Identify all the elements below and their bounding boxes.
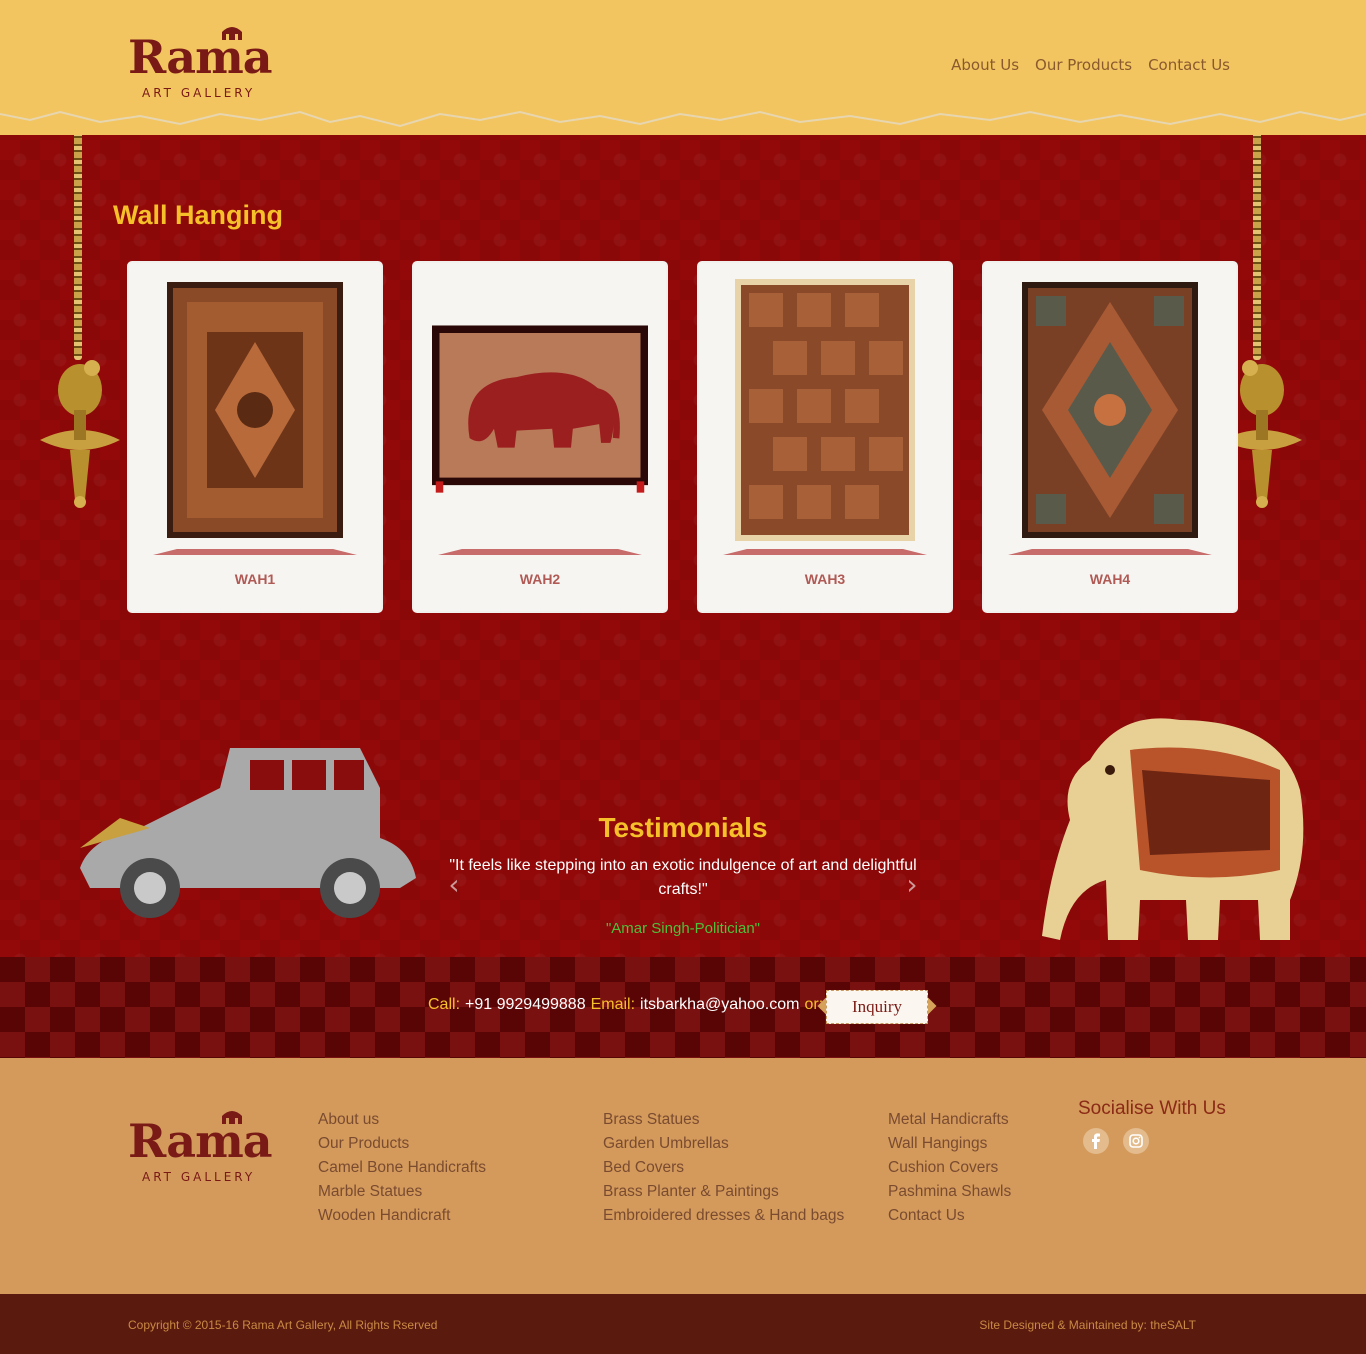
instagram-glyph xyxy=(1129,1134,1143,1148)
right-chain xyxy=(1253,110,1261,360)
footer-logo[interactable]: Rama ART GALLERY xyxy=(128,1108,298,1198)
logo-subtitle: ART GALLERY xyxy=(142,1170,256,1184)
product-image xyxy=(1002,277,1218,543)
footer-link[interactable]: Marble Statues xyxy=(318,1182,486,1202)
testimonial-quote: "It feels like stepping into an exotic i… xyxy=(449,857,917,898)
footer-links-col-2: Brass Statues Garden Umbrellas Bed Cover… xyxy=(603,1110,844,1226)
footer-link[interactable]: Metal Handicrafts xyxy=(888,1110,1011,1130)
footer-link[interactable]: Contact Us xyxy=(888,1206,1011,1226)
social-title: Socialise With Us xyxy=(1078,1098,1226,1119)
product-card[interactable]: WAH1 xyxy=(129,263,381,611)
footer-link[interactable]: Cushion Covers xyxy=(888,1158,1011,1178)
logo-wordmark: Rama xyxy=(128,1114,273,1168)
left-chain xyxy=(74,110,82,360)
nav-our-products[interactable]: Our Products xyxy=(1035,56,1132,74)
product-image xyxy=(432,277,648,543)
footer-links-col-1: About us Our Products Camel Bone Handicr… xyxy=(318,1110,486,1226)
facebook-icon[interactable] xyxy=(1083,1128,1109,1154)
rug-image xyxy=(167,282,343,538)
logo-subtitle: ART GALLERY xyxy=(142,86,256,100)
instagram-icon[interactable] xyxy=(1123,1128,1149,1154)
product-label: WAH4 xyxy=(1089,571,1131,587)
elephant-tapestry-image xyxy=(432,325,648,493)
brass-peacock-lamp-left xyxy=(40,360,120,508)
card-divider xyxy=(438,549,642,555)
facebook-glyph xyxy=(1092,1133,1100,1149)
footer-link[interactable]: About us xyxy=(318,1110,486,1130)
testimonial-author: "Amar Singh-Politician" xyxy=(605,920,761,937)
product-card[interactable]: WAH3 xyxy=(699,263,951,611)
call-label: Call: xyxy=(428,996,461,1013)
section-title-wall-hanging: Wall Hanging xyxy=(113,200,283,230)
patchwork-image xyxy=(735,279,915,541)
email-address[interactable]: itsbarkha@yahoo.com xyxy=(640,996,799,1014)
footer-link[interactable]: Bed Covers xyxy=(603,1158,844,1178)
footer-link[interactable]: Brass Planter & Paintings xyxy=(603,1182,844,1202)
footer-link[interactable]: Camel Bone Handicrafts xyxy=(318,1158,486,1178)
footer-link[interactable]: Brass Statues xyxy=(603,1110,844,1130)
footer-links-col-3: Metal Handicrafts Wall Hangings Cushion … xyxy=(888,1110,1011,1226)
nav-about-us[interactable]: About Us xyxy=(951,56,1019,74)
logo-wordmark: Rama xyxy=(128,30,273,84)
footer-link[interactable]: Our Products xyxy=(318,1134,486,1154)
card-divider xyxy=(1008,549,1212,555)
footer-link[interactable]: Garden Umbrellas xyxy=(603,1134,844,1154)
phone-number[interactable]: +91 9929499888 xyxy=(465,996,586,1014)
nav-contact-us[interactable]: Contact Us xyxy=(1148,56,1230,74)
footer-link[interactable]: Embroidered dresses & Hand bags xyxy=(603,1206,844,1226)
card-divider xyxy=(153,549,357,555)
site-credit[interactable]: Site Designed & Maintained by: theSALT xyxy=(979,1318,1196,1332)
product-card[interactable]: WAH2 xyxy=(414,263,666,611)
contact-info: Call: +91 9929499888 Email: itsbarkha@ya… xyxy=(428,996,828,1014)
inquiry-button-label: Inquiry xyxy=(826,990,928,1024)
main-nav: About Us Our Products Contact Us xyxy=(951,56,1230,74)
footer-link[interactable]: Pashmina Shawls xyxy=(888,1182,1011,1202)
product-card[interactable]: WAH4 xyxy=(984,263,1236,611)
mosaic-rug-image xyxy=(1022,282,1198,538)
footer-link[interactable]: Wall Hangings xyxy=(888,1134,1011,1154)
product-image xyxy=(717,277,933,543)
site-logo[interactable]: Rama ART GALLERY xyxy=(128,24,298,114)
email-label: Email: xyxy=(590,996,636,1013)
product-label: WAH2 xyxy=(519,571,561,587)
testimonials-title: Testimonials xyxy=(598,812,768,843)
inquiry-button[interactable]: Inquiry xyxy=(817,988,937,1026)
product-label: WAH1 xyxy=(234,571,276,587)
card-divider xyxy=(723,549,927,555)
copyright-text: Copyright © 2015-16 Rama Art Gallery, Al… xyxy=(128,1318,438,1332)
product-image xyxy=(147,277,363,543)
product-label: WAH3 xyxy=(804,571,846,587)
footer-link[interactable]: Wooden Handicraft xyxy=(318,1206,486,1226)
